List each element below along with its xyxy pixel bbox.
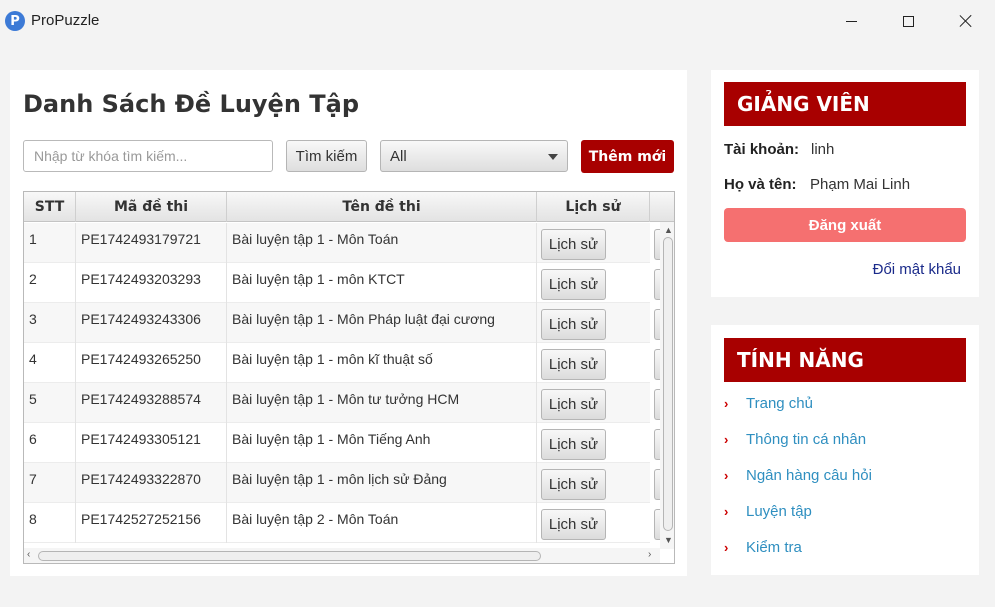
- table-row[interactable]: 6 PE1742493305121 Bài luyện tập 1 - Môn …: [24, 423, 668, 463]
- feature-label[interactable]: Kiểm tra: [746, 539, 802, 556]
- table-row[interactable]: 8 PE1742527252156 Bài luyện tập 2 - Môn …: [24, 503, 668, 543]
- cell-name: Bài luyện tập 1 - môn kĩ thuật số: [227, 343, 537, 383]
- table-row[interactable]: 7 PE1742493322870 Bài luyện tập 1 - môn …: [24, 463, 668, 503]
- account-value: linh: [811, 141, 835, 158]
- cell-code: PE1742527252156: [76, 503, 227, 543]
- cell-stt: 1: [24, 223, 76, 263]
- chevron-right-icon: ›: [724, 503, 729, 519]
- window-title: ProPuzzle: [31, 12, 100, 29]
- cell-stt: 8: [24, 503, 76, 543]
- close-icon: [959, 14, 973, 28]
- horizontal-scroll-thumb[interactable]: [38, 551, 541, 561]
- column-header-code[interactable]: Mã đề thi: [76, 192, 227, 222]
- cell-stt: 4: [24, 343, 76, 383]
- column-header-stt[interactable]: STT: [24, 192, 76, 222]
- minimize-button[interactable]: [822, 0, 880, 42]
- cell-stt: 5: [24, 383, 76, 423]
- vertical-scroll-thumb[interactable]: [663, 237, 673, 531]
- scroll-left-icon[interactable]: ‹: [27, 549, 30, 560]
- change-password-link[interactable]: Đổi mật khẩu: [873, 261, 961, 278]
- table-row[interactable]: 1 PE1742493179721 Bài luyện tập 1 - Môn …: [24, 223, 668, 263]
- cell-name: Bài luyện tập 2 - Môn Toán: [227, 503, 537, 543]
- history-button[interactable]: Lịch sử: [541, 509, 606, 540]
- cell-name: Bài luyện tập 1 - Môn Pháp luật đại cươn…: [227, 303, 537, 343]
- exam-table: STT Mã đề thi Tên đề thi Lịch sử 1 PE174…: [23, 191, 675, 564]
- feature-label[interactable]: Thông tin cá nhân: [746, 431, 866, 448]
- close-button[interactable]: [937, 0, 995, 42]
- chevron-right-icon: ›: [724, 395, 729, 411]
- exam-list-panel: Danh Sách Đề Luyện Tập Tìm kiếm All Thêm…: [10, 70, 687, 576]
- cell-name: Bài luyện tập 1 - môn lịch sử Đảng: [227, 463, 537, 503]
- filter-selected-value: All: [390, 147, 407, 165]
- column-header-name[interactable]: Tên đề thi: [227, 192, 537, 222]
- search-input[interactable]: [23, 140, 273, 172]
- fullname-value: Phạm Mai Linh: [810, 176, 911, 193]
- history-button[interactable]: Lịch sử: [541, 309, 606, 340]
- account-label: Tài khoản:: [724, 141, 800, 158]
- cell-code: PE1742493265250: [76, 343, 227, 383]
- chevron-right-icon: ›: [724, 467, 729, 483]
- cell-code: PE1742493179721: [76, 223, 227, 263]
- chevron-right-icon: ›: [724, 539, 729, 555]
- feature-item-home[interactable]: › Trang chủ: [724, 393, 813, 413]
- cell-stt: 6: [24, 423, 76, 463]
- vertical-scrollbar[interactable]: ▲ ▼: [660, 222, 674, 549]
- history-button[interactable]: Lịch sử: [541, 229, 606, 260]
- scroll-up-icon[interactable]: ▲: [664, 225, 673, 235]
- cell-name: Bài luyện tập 1 - môn KTCT: [227, 263, 537, 303]
- feature-item-profile[interactable]: › Thông tin cá nhân: [724, 429, 866, 449]
- cell-code: PE1742493243306: [76, 303, 227, 343]
- filter-select[interactable]: All: [380, 140, 568, 172]
- add-new-button[interactable]: Thêm mới: [581, 140, 674, 173]
- table-row[interactable]: 3 PE1742493243306 Bài luyện tập 1 - Môn …: [24, 303, 668, 343]
- history-button[interactable]: Lịch sử: [541, 469, 606, 500]
- search-button[interactable]: Tìm kiếm: [286, 140, 367, 172]
- table-row[interactable]: 5 PE1742493288574 Bài luyện tập 1 - Môn …: [24, 383, 668, 423]
- cell-code: PE1742493322870: [76, 463, 227, 503]
- window-titlebar: P ProPuzzle: [0, 0, 995, 42]
- page-title: Danh Sách Đề Luyện Tập: [23, 90, 360, 118]
- cell-name: Bài luyện tập 1 - Môn tư tưởng HCM: [227, 383, 537, 423]
- cell-name: Bài luyện tập 1 - Môn Tiếng Anh: [227, 423, 537, 463]
- features-header: TÍNH NĂNG: [724, 338, 966, 382]
- maximize-icon: [902, 15, 914, 27]
- scroll-down-icon[interactable]: ▼: [664, 535, 673, 545]
- feature-label[interactable]: Trang chủ: [746, 395, 813, 412]
- horizontal-scrollbar[interactable]: ‹ ›: [24, 548, 660, 563]
- column-header-history[interactable]: Lịch sử: [537, 192, 650, 222]
- feature-label[interactable]: Ngân hàng câu hỏi: [746, 467, 872, 484]
- lecturer-header: GIẢNG VIÊN: [724, 82, 966, 126]
- table-header: STT Mã đề thi Tên đề thi Lịch sử: [24, 192, 674, 222]
- cell-code: PE1742493203293: [76, 263, 227, 303]
- feature-item-question-bank[interactable]: › Ngân hàng câu hỏi: [724, 465, 872, 485]
- feature-label[interactable]: Luyện tập: [746, 503, 812, 520]
- logout-button[interactable]: Đăng xuất: [724, 208, 966, 242]
- history-button[interactable]: Lịch sử: [541, 429, 606, 460]
- cell-stt: 7: [24, 463, 76, 503]
- cell-name: Bài luyện tập 1 - Môn Toán: [227, 223, 537, 263]
- fullname-label: Họ và tên:: [724, 176, 797, 193]
- maximize-button[interactable]: [879, 0, 937, 42]
- history-button[interactable]: Lịch sử: [541, 269, 606, 300]
- chevron-right-icon: ›: [724, 431, 729, 447]
- chevron-down-icon: [548, 154, 558, 160]
- features-card: TÍNH NĂNG › Trang chủ › Thông tin cá nhâ…: [711, 325, 979, 575]
- table-row[interactable]: 4 PE1742493265250 Bài luyện tập 1 - môn …: [24, 343, 668, 383]
- cell-code: PE1742493288574: [76, 383, 227, 423]
- app-logo-icon: P: [5, 11, 25, 31]
- lecturer-card: GIẢNG VIÊN Tài khoản: linh Họ và tên: Ph…: [711, 70, 979, 297]
- table-row[interactable]: 2 PE1742493203293 Bài luyện tập 1 - môn …: [24, 263, 668, 303]
- feature-item-exam[interactable]: › Kiểm tra: [724, 537, 802, 557]
- scroll-right-icon[interactable]: ›: [648, 549, 651, 560]
- feature-item-practice[interactable]: › Luyện tập: [724, 501, 812, 521]
- cell-code: PE1742493305121: [76, 423, 227, 463]
- history-button[interactable]: Lịch sử: [541, 349, 606, 380]
- cell-stt: 3: [24, 303, 76, 343]
- history-button[interactable]: Lịch sử: [541, 389, 606, 420]
- cell-stt: 2: [24, 263, 76, 303]
- minimize-icon: [845, 20, 857, 22]
